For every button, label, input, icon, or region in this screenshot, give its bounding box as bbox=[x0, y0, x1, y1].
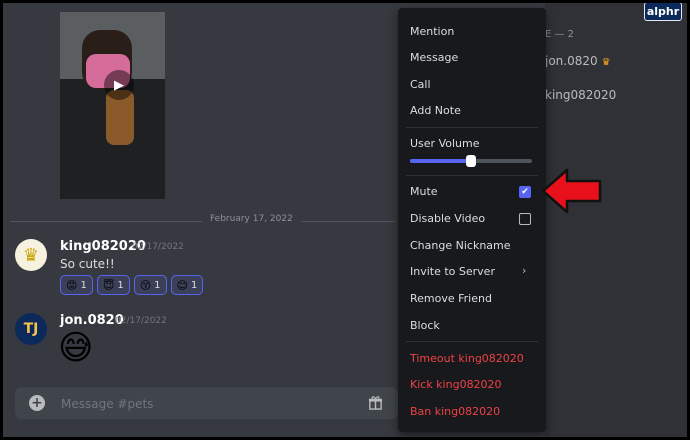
reaction-count: 1 bbox=[117, 279, 124, 291]
disable-video-checkbox[interactable] bbox=[519, 213, 531, 225]
crown-avatar-icon: ♛ bbox=[22, 244, 40, 266]
reaction-kissing[interactable]: 😚 1 bbox=[133, 275, 167, 295]
reaction-count: 1 bbox=[191, 279, 198, 291]
sweat-smile-emoji-icon: 😅 bbox=[58, 328, 94, 368]
menu-item-disable-video[interactable]: Disable Video bbox=[410, 212, 485, 225]
menu-item-mention[interactable]: Mention bbox=[410, 25, 454, 38]
reaction-blush[interactable]: 😊 1 bbox=[170, 275, 204, 295]
menu-item-message[interactable]: Message bbox=[410, 51, 458, 64]
menu-item-remove-friend[interactable]: Remove Friend bbox=[410, 292, 492, 305]
discord-window: E — 2 jon.0820 ♛ king082020 alphr ▶ Febru… bbox=[0, 0, 690, 440]
chevron-right-icon: › bbox=[522, 264, 527, 277]
message-text: So cute!! bbox=[60, 257, 115, 271]
menu-separator bbox=[406, 175, 538, 176]
mute-checkbox[interactable]: ✔ bbox=[519, 186, 531, 198]
member-group-header: E — 2 bbox=[545, 29, 575, 40]
avatar[interactable]: ♛ bbox=[15, 239, 47, 271]
menu-separator bbox=[406, 341, 538, 342]
message-timestamp: 02/17/2022 bbox=[115, 316, 167, 326]
alphr-logo: alphr bbox=[644, 2, 682, 21]
kissing-face-icon: 😚 bbox=[139, 278, 152, 292]
menu-item-kick[interactable]: Kick king082020 bbox=[410, 378, 502, 391]
member-name: jon.0820 bbox=[545, 54, 598, 68]
halo-face-icon: 😇 bbox=[102, 278, 115, 292]
message-timestamp: 02/17/2022 bbox=[132, 242, 184, 252]
menu-item-invite-to-server[interactable]: Invite to Server bbox=[410, 265, 495, 278]
member-jon[interactable]: jon.0820 ♛ bbox=[545, 54, 611, 68]
avatar[interactable]: TJ bbox=[15, 313, 47, 345]
slider-thumb[interactable] bbox=[466, 155, 476, 167]
crown-icon: ♛ bbox=[601, 57, 611, 68]
menu-item-user-volume: User Volume bbox=[410, 137, 480, 150]
menu-item-call[interactable]: Call bbox=[410, 78, 431, 91]
date-divider: February 17, 2022 bbox=[202, 214, 301, 224]
reaction-angry[interactable]: 😡 1 bbox=[60, 275, 93, 295]
reaction-count: 1 bbox=[80, 279, 87, 291]
reaction-count: 1 bbox=[154, 279, 161, 291]
menu-item-change-nickname[interactable]: Change Nickname bbox=[410, 239, 511, 252]
message-composer: + bbox=[15, 387, 398, 419]
reaction-bar: 😡 1 😇 1 😚 1 😊 1 bbox=[60, 275, 204, 295]
reaction-innocent[interactable]: 😇 1 bbox=[96, 275, 130, 295]
member-list: E — 2 jon.0820 ♛ king082020 bbox=[545, 0, 690, 440]
menu-item-ban[interactable]: Ban king082020 bbox=[410, 405, 500, 418]
menu-item-timeout[interactable]: Timeout king082020 bbox=[410, 352, 524, 365]
plus-circle-icon[interactable]: + bbox=[29, 395, 45, 411]
message-input[interactable] bbox=[59, 393, 343, 415]
annotation-arrow-icon bbox=[541, 168, 602, 214]
play-icon[interactable]: ▶ bbox=[104, 70, 134, 100]
member-king[interactable]: king082020 bbox=[545, 88, 616, 102]
menu-item-mute[interactable]: Mute bbox=[410, 185, 438, 198]
menu-item-add-note[interactable]: Add Note bbox=[410, 104, 461, 117]
angry-face-icon: 😡 bbox=[66, 278, 78, 292]
user-context-menu: Mention Message Call Add Note User Volum… bbox=[398, 8, 546, 432]
check-icon: ✔ bbox=[521, 186, 529, 197]
menu-item-block[interactable]: Block bbox=[410, 319, 440, 332]
smiling-face-icon: 😊 bbox=[176, 278, 188, 292]
user-volume-slider[interactable] bbox=[410, 155, 532, 167]
video-attachment[interactable]: ▶ bbox=[60, 12, 165, 199]
slider-fill bbox=[410, 159, 471, 163]
gift-icon[interactable] bbox=[367, 394, 383, 410]
menu-separator bbox=[406, 127, 538, 128]
